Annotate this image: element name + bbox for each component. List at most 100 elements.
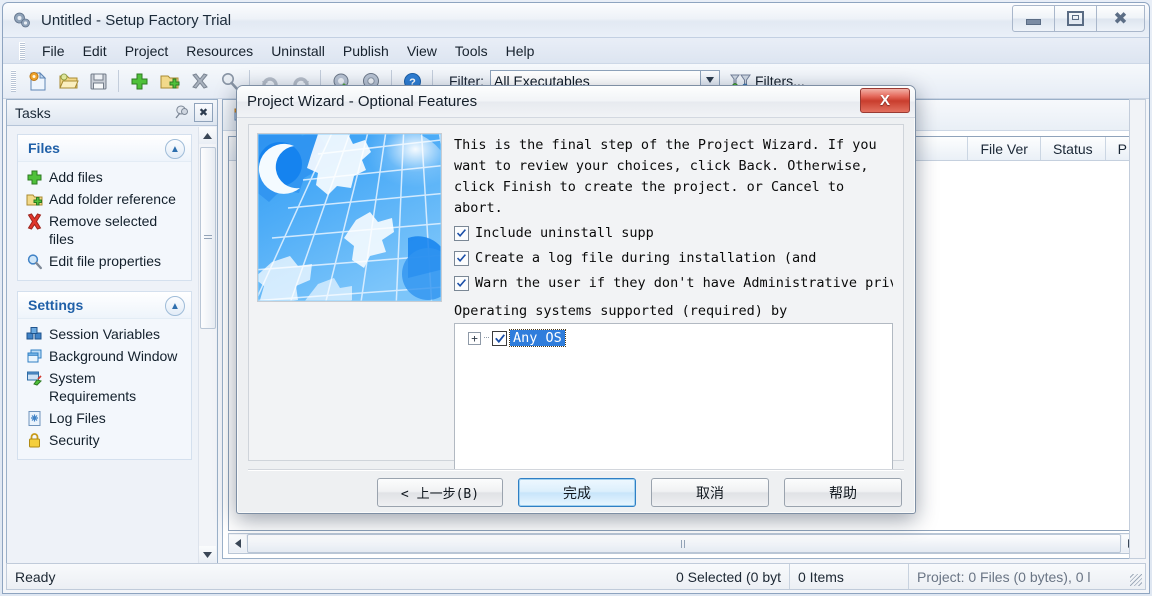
checkbox-label: Include uninstall supp — [475, 225, 654, 241]
finish-button[interactable]: 完成 — [518, 478, 636, 507]
close-panel-icon[interactable]: ✖ — [194, 103, 213, 122]
collapse-chevron-icon[interactable]: ▲ — [165, 139, 185, 159]
log-file-icon — [26, 410, 43, 427]
column-header-status[interactable]: Status — [1039, 137, 1105, 160]
pin-icon[interactable] — [173, 104, 191, 121]
task-item-label: Edit file properties — [49, 253, 162, 269]
checkbox-row-warn-user-admin[interactable]: Warn the user if they don't have Adminis… — [454, 272, 893, 294]
task-item-label: Session Variables — [49, 326, 161, 342]
tasks-panel-header: Tasks ✖ — [7, 100, 217, 126]
dialog-main-content: This is the final step of the Project Wi… — [454, 135, 893, 319]
status-selected: 0 Selected (0 byt — [675, 568, 781, 585]
checkbox-row-include-uninstall[interactable]: Include uninstall supp — [454, 222, 893, 244]
open-project-icon[interactable] — [54, 67, 82, 95]
scroll-down-arrow-icon[interactable] — [199, 546, 216, 563]
add-files-icon[interactable] — [125, 67, 153, 95]
add-folder-icon[interactable] — [155, 67, 183, 95]
menu-item-project[interactable]: Project — [116, 40, 178, 62]
wizard-intro-text: This is the final step of the Project Wi… — [454, 137, 877, 216]
new-project-icon[interactable] — [24, 67, 52, 95]
task-item-label: Add folder reference — [49, 191, 176, 207]
scroll-left-arrow-icon[interactable] — [229, 535, 246, 552]
checkbox-checked-icon[interactable] — [454, 250, 469, 266]
app-gears-icon — [11, 9, 33, 31]
help-button[interactable]: 帮助 — [784, 478, 902, 507]
remove-files-icon[interactable] — [185, 67, 213, 95]
menu-item-help[interactable]: Help — [497, 40, 544, 62]
tasks-panel-scrollbar[interactable] — [198, 127, 216, 563]
window-controls: ✖ — [1012, 5, 1145, 32]
task-item-add-folder-reference[interactable]: Add folder reference — [26, 188, 185, 210]
os-tree-list[interactable]: + Any OS — [454, 323, 893, 470]
menu-item-file[interactable]: File — [33, 40, 74, 62]
checkbox-label: Warn the user if they don't have Adminis… — [475, 275, 893, 291]
blue-cubes-icon — [26, 326, 43, 343]
task-group-files: Files ▲ Add files Add folder reference R… — [17, 134, 192, 281]
cancel-button[interactable]: 取消 — [651, 478, 769, 507]
task-group-header-files[interactable]: Files ▲ — [18, 135, 191, 162]
toolbar-grip[interactable] — [11, 70, 16, 92]
checkbox-checked-icon[interactable] — [454, 275, 469, 291]
resize-grip-icon[interactable] — [1130, 574, 1142, 586]
checkbox-checked-icon[interactable] — [454, 225, 469, 241]
checkbox-row-create-log-file[interactable]: Create a log file during installation (a… — [454, 247, 893, 269]
os-tree-node-any-os[interactable]: + Any OS — [455, 324, 892, 347]
system-check-icon — [26, 370, 43, 387]
checkbox-label: Create a log file during installation (a… — [475, 250, 817, 266]
task-group-settings: Settings ▲ Session Variables Background … — [17, 291, 192, 460]
magnifier-icon — [26, 253, 43, 270]
menu-item-tools[interactable]: Tools — [446, 40, 497, 62]
menu-grip[interactable] — [19, 41, 25, 60]
scrollbar-thumb[interactable] — [200, 147, 216, 329]
task-item-label: Background Window — [49, 348, 178, 364]
main-vertical-scrollbar[interactable] — [1129, 99, 1146, 559]
tasks-panel: Tasks ✖ Files ▲ Add files Add folder ref… — [6, 99, 218, 565]
back-button[interactable]: < 上一步(B) — [377, 478, 503, 507]
dialog-button-bar: < 上一步(B) 完成 取消 帮助 — [377, 478, 902, 507]
dialog-close-button[interactable]: X — [860, 88, 910, 113]
project-wizard-dialog: Project Wizard - Optional Features X Thi… — [236, 85, 916, 514]
collapse-chevron-icon[interactable]: ▲ — [165, 296, 185, 316]
task-item-remove-selected-files[interactable]: Remove selected files — [26, 210, 185, 250]
column-header-file-ver[interactable]: File Ver — [967, 137, 1039, 160]
task-item-label: Log Files — [49, 410, 106, 426]
save-project-icon[interactable] — [84, 67, 112, 95]
task-item-edit-file-properties[interactable]: Edit file properties — [26, 250, 185, 272]
task-item-security[interactable]: Security — [26, 429, 185, 451]
menu-item-publish[interactable]: Publish — [334, 40, 398, 62]
status-items: 0 Items — [789, 564, 908, 589]
task-item-background-window[interactable]: Background Window — [26, 345, 185, 367]
task-item-label: Security — [49, 432, 100, 448]
hscrollbar-thumb[interactable] — [247, 534, 1121, 553]
task-items-files: Add files Add folder reference Remove se… — [18, 162, 191, 280]
task-item-label: System Requirements — [49, 370, 137, 404]
expand-plus-icon[interactable]: + — [468, 331, 481, 345]
menu-item-resources[interactable]: Resources — [177, 40, 262, 62]
task-item-session-variables[interactable]: Session Variables — [26, 323, 185, 345]
red-x-icon — [26, 213, 43, 230]
task-group-title-files: Files — [28, 140, 60, 156]
task-group-header-settings[interactable]: Settings ▲ — [18, 292, 191, 319]
close-button[interactable]: ✖ — [1096, 5, 1145, 32]
task-item-add-files[interactable]: Add files — [26, 166, 185, 188]
dialog-title: Project Wizard - Optional Features — [247, 93, 478, 110]
file-list-hscrollbar[interactable] — [228, 533, 1140, 554]
menu-item-edit[interactable]: Edit — [74, 40, 116, 62]
padlock-icon — [26, 432, 43, 449]
os-checkbox-checked-icon[interactable] — [492, 330, 507, 346]
task-item-log-files[interactable]: Log Files — [26, 407, 185, 429]
dialog-separator — [248, 469, 904, 471]
dialog-content-panel: This is the final step of the Project Wi… — [248, 124, 904, 470]
wizard-banner-image — [257, 133, 442, 302]
dialog-body: This is the final step of the Project Wi… — [237, 117, 915, 513]
tree-connector-line — [484, 337, 489, 339]
task-item-system-requirements[interactable]: System Requirements — [26, 367, 185, 407]
maximize-button[interactable] — [1054, 5, 1097, 32]
scroll-up-arrow-icon[interactable] — [199, 127, 216, 144]
menu-item-view[interactable]: View — [398, 40, 446, 62]
status-project: Project: 0 Files (0 bytes), 0 l — [908, 564, 1145, 589]
minimize-button[interactable] — [1012, 5, 1055, 32]
task-item-label: Add files — [49, 169, 103, 185]
menu-item-uninstall[interactable]: Uninstall — [262, 40, 334, 62]
tasks-panel-body: Files ▲ Add files Add folder reference R… — [7, 126, 217, 564]
